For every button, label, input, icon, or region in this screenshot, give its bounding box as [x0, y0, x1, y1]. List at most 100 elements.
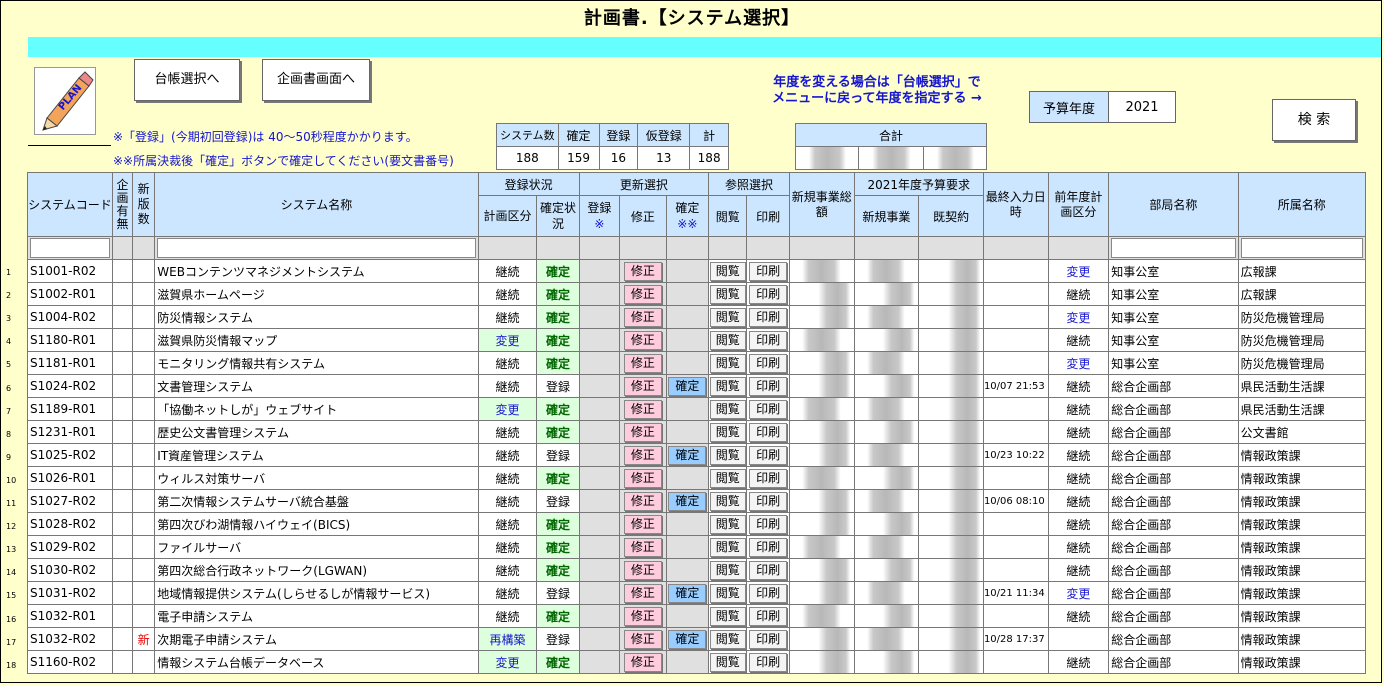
system-name[interactable]: 次期電子申請システム: [154, 627, 479, 651]
view-button[interactable]: 閲覧: [709, 468, 746, 488]
system-name[interactable]: 第二次情報システムサーバ統合基盤: [154, 489, 479, 513]
search-button[interactable]: 検 索: [1272, 99, 1356, 141]
view-button[interactable]: 閲覧: [709, 491, 746, 511]
print-button[interactable]: 印刷: [749, 537, 788, 557]
view-button[interactable]: 閲覧: [709, 422, 746, 442]
modify-button[interactable]: 修正: [623, 560, 662, 580]
print-button[interactable]: 印刷: [749, 560, 788, 580]
system-name[interactable]: モニタリング情報共有システム: [154, 351, 479, 375]
modify-button[interactable]: 修正: [623, 353, 662, 373]
system-name[interactable]: ファイルサーバ: [154, 535, 479, 559]
print-button[interactable]: 印刷: [749, 284, 788, 304]
print-button[interactable]: 印刷: [749, 261, 788, 281]
print-button[interactable]: 印刷: [749, 606, 788, 626]
system-name[interactable]: 文書管理システム: [154, 374, 479, 398]
ledger-select-button[interactable]: 台帳選択へ: [134, 59, 240, 101]
table-row[interactable]: S1181-R01 モニタリング情報共有システム 継続 確定 修正 閲覧 印刷 変更 知事公室防…: [27, 351, 1367, 375]
system-name[interactable]: ウィルス対策サーバ: [154, 466, 479, 490]
print-button[interactable]: 印刷: [749, 652, 788, 672]
system-name[interactable]: 防災情報システム: [154, 305, 479, 329]
view-button[interactable]: 閲覧: [709, 537, 746, 557]
filter-code-input[interactable]: [30, 238, 110, 258]
modify-button[interactable]: 修正: [623, 629, 662, 649]
print-button[interactable]: 印刷: [749, 330, 788, 350]
table-row[interactable]: S1004-R02 防災情報システム 継続 確定 修正 閲覧 印刷 変更 知事公室 防災危機管理局: [27, 305, 1367, 329]
filter-name-input[interactable]: [157, 238, 476, 258]
view-button[interactable]: 閲覧: [709, 399, 746, 419]
table-row[interactable]: S1029-R02 ファイルサーバ 継続 確定 修正 閲覧 印刷 継続 総合企画部 情報政策課: [27, 535, 1367, 559]
print-button[interactable]: 印刷: [749, 514, 788, 534]
modify-button[interactable]: 修正: [623, 422, 662, 442]
table-row[interactable]: S1025-R02 IT資産管理システム 継続 登録 修正 確定 閲覧 印刷 10/23 10:…: [27, 443, 1367, 467]
system-name[interactable]: 滋賀県防災情報マップ: [154, 328, 479, 352]
view-button[interactable]: 閲覧: [709, 560, 746, 580]
table-row[interactable]: S1024-R02 文書管理システム 継続 登録 修正 確定 閲覧 印刷 10/07 21:53…: [27, 374, 1367, 398]
system-name[interactable]: IT資産管理システム: [154, 443, 479, 467]
print-button[interactable]: 印刷: [749, 307, 788, 327]
table-row[interactable]: S1160-R02 情報システム台帳データベース 変更 確定 修正 閲覧 印刷 継続 総合企画部…: [27, 650, 1367, 674]
view-button[interactable]: 閲覧: [709, 583, 746, 603]
system-name[interactable]: 地域情報提供システム(しらせるしが情報サービス): [154, 581, 479, 605]
confirm-button[interactable]: 確定: [668, 376, 707, 396]
system-name[interactable]: 滋賀県ホームページ: [154, 282, 479, 306]
table-row[interactable]: S1032-R02 新次期電子申請システム 再構築 登録 修正 確定 閲覧 印刷 10/28 1…: [27, 627, 1367, 651]
modify-button[interactable]: 修正: [623, 376, 662, 396]
print-button[interactable]: 印刷: [749, 422, 788, 442]
table-row[interactable]: S1180-R01 滋賀県防災情報マップ 変更 確定 修正 閲覧 印刷 継続 知事公室 防災危機管…: [27, 328, 1367, 352]
modify-button[interactable]: 修正: [623, 399, 662, 419]
plan-pencil-icon[interactable]: PLAN: [34, 67, 96, 135]
modify-button[interactable]: 修正: [623, 330, 662, 350]
system-name[interactable]: 第四次びわ湖情報ハイウェイ(BICS): [154, 512, 479, 536]
print-button[interactable]: 印刷: [749, 399, 788, 419]
system-name[interactable]: WEBコンテンツマネジメントシステム: [154, 259, 479, 283]
modify-button[interactable]: 修正: [623, 606, 662, 626]
print-button[interactable]: 印刷: [749, 376, 788, 396]
table-row[interactable]: S1026-R01 ウィルス対策サーバ 継続 確定 修正 閲覧 印刷 継続 総合企画部 情報政策課: [27, 466, 1367, 490]
print-button[interactable]: 印刷: [749, 491, 788, 511]
confirm-button[interactable]: 確定: [668, 445, 707, 465]
confirm-button[interactable]: 確定: [668, 491, 707, 511]
print-button[interactable]: 印刷: [749, 353, 788, 373]
table-row[interactable]: S1032-R01 電子申請システム 継続 確定 修正 閲覧 印刷 継続 総合企画部 情報政策課: [27, 604, 1367, 628]
view-button[interactable]: 閲覧: [709, 652, 746, 672]
modify-button[interactable]: 修正: [623, 491, 662, 511]
table-row[interactable]: S1030-R02 第四次総合行政ネットワーク(LGWAN) 継続 確定 修正 閲覧 印刷継…: [27, 558, 1367, 582]
plan-screen-button[interactable]: 企画書画面へ: [262, 59, 370, 101]
table-row[interactable]: S1027-R02 第二次情報システムサーバ統合基盤 継続 登録 修正 確定 閲覧 印刷 10/…: [27, 489, 1367, 513]
view-button[interactable]: 閲覧: [709, 353, 746, 373]
modify-button[interactable]: 修正: [623, 307, 662, 327]
confirm-button[interactable]: 確定: [668, 629, 707, 649]
modify-button[interactable]: 修正: [623, 652, 662, 672]
view-button[interactable]: 閲覧: [709, 514, 746, 534]
view-button[interactable]: 閲覧: [709, 330, 746, 350]
system-name[interactable]: 情報システム台帳データベース: [154, 650, 479, 674]
filter-section-input[interactable]: [1240, 238, 1363, 258]
system-name[interactable]: 第四次総合行政ネットワーク(LGWAN): [154, 558, 479, 582]
print-button[interactable]: 印刷: [749, 583, 788, 603]
modify-button[interactable]: 修正: [623, 537, 662, 557]
view-button[interactable]: 閲覧: [709, 629, 746, 649]
view-button[interactable]: 閲覧: [709, 606, 746, 626]
modify-button[interactable]: 修正: [623, 445, 662, 465]
view-button[interactable]: 閲覧: [709, 445, 746, 465]
table-row[interactable]: S1031-R02 地域情報提供システム(しらせるしが情報サービス) 継続 登録 修正確…: [27, 581, 1367, 605]
system-name[interactable]: 電子申請システム: [154, 604, 479, 628]
system-name[interactable]: 「協働ネットしが」ウェブサイト: [154, 397, 479, 421]
modify-button[interactable]: 修正: [623, 583, 662, 603]
modify-button[interactable]: 修正: [623, 514, 662, 534]
system-name[interactable]: 歴史公文書管理システム: [154, 420, 479, 444]
print-button[interactable]: 印刷: [749, 468, 788, 488]
print-button[interactable]: 印刷: [749, 629, 788, 649]
modify-button[interactable]: 修正: [623, 468, 662, 488]
print-button[interactable]: 印刷: [749, 445, 788, 465]
view-button[interactable]: 閲覧: [709, 307, 746, 327]
confirm-button[interactable]: 確定: [668, 583, 707, 603]
table-row[interactable]: S1002-R01 滋賀県ホームページ 継続 確定 修正 閲覧 印刷 継続 知事公室 広報課: [27, 282, 1367, 306]
table-row[interactable]: S1028-R02 第四次びわ湖情報ハイウェイ(BICS) 継続 確定 修正 閲覧 印刷 継続…: [27, 512, 1367, 536]
modify-button[interactable]: 修正: [623, 284, 662, 304]
view-button[interactable]: 閲覧: [709, 284, 746, 304]
view-button[interactable]: 閲覧: [709, 376, 746, 396]
filter-dept-input[interactable]: [1111, 238, 1236, 258]
modify-button[interactable]: 修正: [623, 261, 662, 281]
table-row[interactable]: S1231-R01 歴史公文書管理システム 継続 確定 修正 閲覧 印刷 継続 総合企画部 公文書…: [27, 420, 1367, 444]
